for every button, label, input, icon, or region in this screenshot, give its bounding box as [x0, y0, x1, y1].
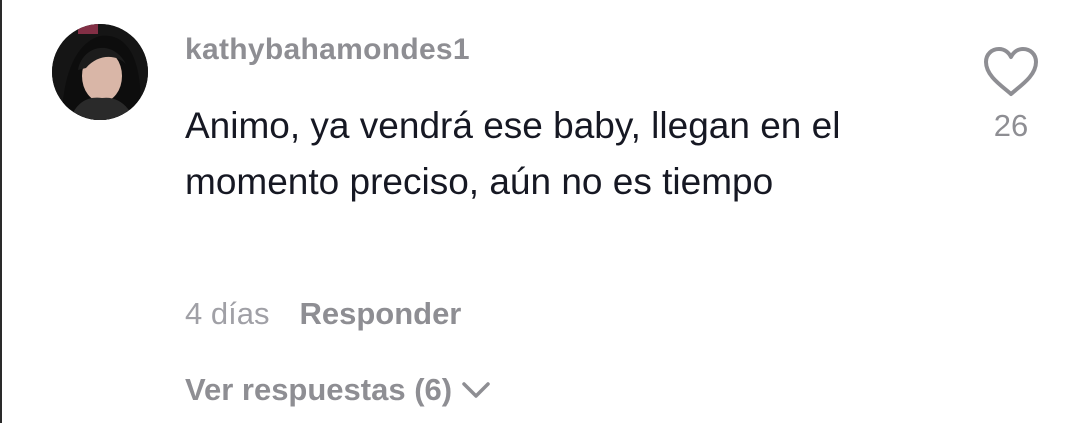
comment-item: kathybahamondes1 Animo, ya vendrá ese ba…	[2, 0, 1080, 423]
avatar-image	[52, 24, 148, 120]
timestamp: 4 días	[185, 296, 270, 331]
like-button[interactable]: 26	[977, 46, 1045, 144]
heart-outline-icon	[982, 46, 1040, 98]
like-count: 26	[993, 108, 1029, 143]
username[interactable]: kathybahamondes1	[185, 33, 470, 67]
avatar[interactable]	[52, 24, 148, 120]
comment-text: Animo, ya vendrá ese baby, llegan en el …	[185, 105, 841, 202]
comment-meta: 4 días Responder	[185, 296, 461, 332]
reply-button[interactable]: Responder	[299, 296, 461, 332]
view-replies-button[interactable]: Ver respuestas (6)	[185, 372, 492, 408]
chevron-down-icon	[460, 379, 492, 401]
view-replies-label: Ver respuestas (6)	[185, 372, 453, 407]
